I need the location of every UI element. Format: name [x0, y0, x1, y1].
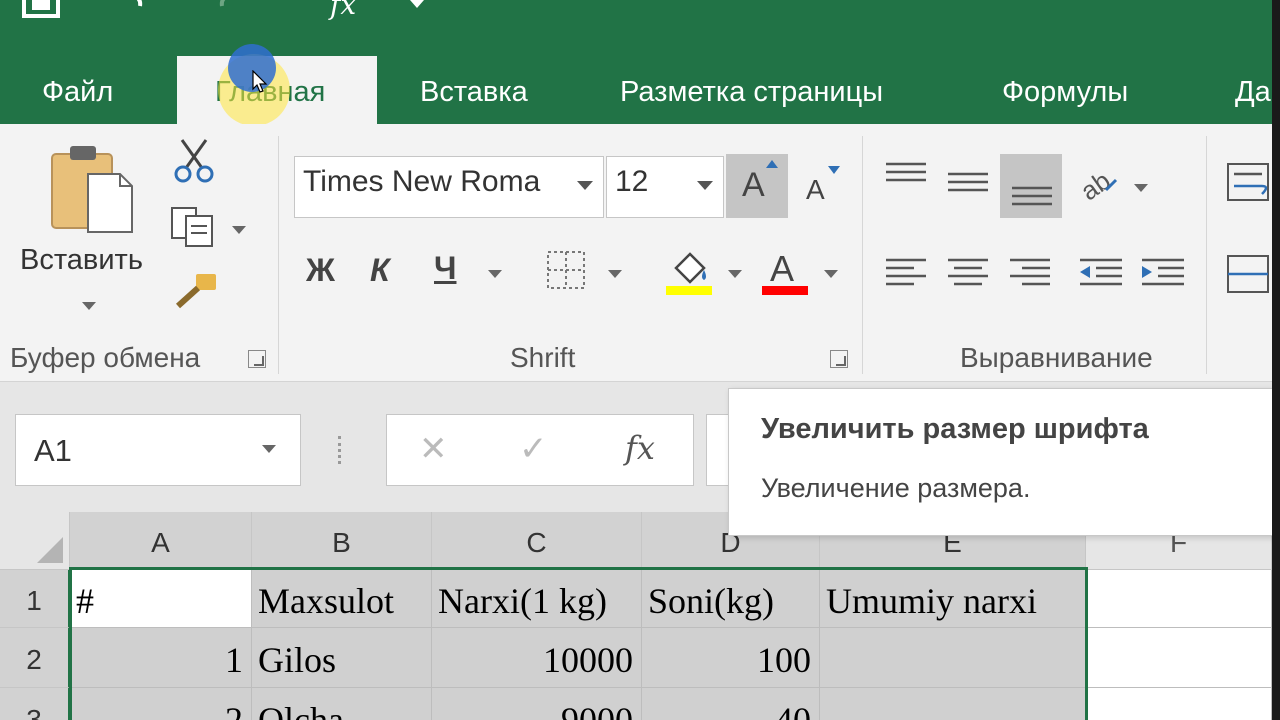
- name-box[interactable]: A1: [15, 414, 301, 486]
- enter-icon[interactable]: ✓: [519, 429, 548, 469]
- cell-d3[interactable]: 40: [642, 688, 820, 720]
- row-header-3[interactable]: 3: [0, 688, 70, 720]
- align-right-icon[interactable]: [1008, 256, 1052, 290]
- underline-button[interactable]: Ч: [434, 250, 456, 287]
- save-icon[interactable]: [22, 0, 62, 20]
- clipboard-launcher-icon[interactable]: [248, 350, 266, 368]
- borders-dropdown-icon[interactable]: [608, 270, 622, 278]
- decrease-indent-icon[interactable]: [1078, 256, 1124, 290]
- align-top-icon[interactable]: [884, 160, 928, 190]
- cell-c2[interactable]: 10000: [432, 628, 642, 688]
- cell-c1[interactable]: Narxi(1 kg): [432, 570, 642, 628]
- cell-e1[interactable]: Umumiy narxi: [820, 570, 1086, 628]
- font-group-label: Shrift: [510, 342, 576, 373]
- name-box-dropdown-icon[interactable]: [262, 445, 276, 453]
- cell-a2[interactable]: 1: [70, 628, 252, 688]
- font-color-button[interactable]: A: [762, 246, 810, 296]
- tab-formulas[interactable]: Формулы: [1002, 56, 1128, 124]
- cell-c3[interactable]: 9000: [432, 688, 642, 720]
- formula-bar-grip[interactable]: [338, 436, 344, 464]
- clipboard-icon[interactable]: [50, 144, 136, 234]
- cell-e3[interactable]: [820, 688, 1086, 720]
- align-bottom-button[interactable]: [1000, 154, 1062, 218]
- merge-cells-icon[interactable]: [1226, 252, 1272, 296]
- wrap-text-icon[interactable]: [1226, 160, 1272, 204]
- spreadsheet-grid: A B C D E F 1 # Maxsulot Narxi(1 kg) Son…: [0, 512, 1276, 720]
- cell-f2[interactable]: [1086, 628, 1272, 688]
- name-box-value: A1: [34, 433, 72, 468]
- cell-f1[interactable]: [1086, 570, 1272, 628]
- orientation-dropdown-icon[interactable]: [1134, 184, 1148, 192]
- copy-dropdown-icon[interactable]: [232, 226, 246, 234]
- orientation-icon[interactable]: ab: [1076, 160, 1124, 204]
- tooltip-title: Увеличить размер шрифта: [761, 413, 1149, 445]
- grow-font-button[interactable]: A: [726, 154, 788, 218]
- fx-icon[interactable]: fx: [330, 0, 356, 21]
- shrink-font-button[interactable]: A: [796, 154, 852, 218]
- title-bar: fx: [0, 0, 1280, 56]
- shrink-font-icon: A: [806, 174, 825, 205]
- font-name-combo[interactable]: Times New Roma: [294, 156, 604, 218]
- fill-color-dropdown-icon[interactable]: [728, 270, 742, 278]
- tab-file[interactable]: Файл: [42, 56, 113, 124]
- tab-page-layout[interactable]: Разметка страницы: [620, 56, 883, 124]
- tooltip: Увеличить размер шрифта Увеличение разме…: [728, 388, 1280, 536]
- font-name-dropdown-icon[interactable]: [577, 181, 593, 190]
- undo-icon[interactable]: [118, 0, 148, 14]
- paste-dropdown-icon[interactable]: [82, 302, 96, 310]
- insert-function-icon[interactable]: fx: [625, 429, 655, 467]
- excel-window: fx Файл Главная Вставка Разметка страниц…: [0, 0, 1280, 720]
- font-name-value: Times New Roma: [303, 165, 541, 198]
- font-size-value: 12: [615, 165, 649, 198]
- font-size-dropdown-icon[interactable]: [697, 181, 713, 190]
- font-launcher-icon[interactable]: [830, 350, 848, 368]
- cell-b2[interactable]: Gilos: [252, 628, 432, 688]
- row-header-1[interactable]: 1: [0, 570, 70, 628]
- tab-insert[interactable]: Вставка: [420, 56, 528, 124]
- align-middle-icon[interactable]: [946, 168, 990, 198]
- align-center-icon[interactable]: [946, 256, 990, 290]
- cell-a1[interactable]: #: [70, 570, 252, 628]
- mouse-pointer-icon: [252, 70, 268, 93]
- redo-icon[interactable]: [214, 0, 244, 14]
- select-all-corner[interactable]: [0, 512, 70, 570]
- font-color-dropdown-icon[interactable]: [824, 270, 838, 278]
- align-left-icon[interactable]: [884, 256, 928, 290]
- cell-a3[interactable]: 2: [70, 688, 252, 720]
- cell-d1[interactable]: Soni(kg): [642, 570, 820, 628]
- tooltip-description: Увеличение размера.: [761, 473, 1031, 503]
- tab-data[interactable]: Да: [1235, 56, 1271, 124]
- align-bottom-icon: [1012, 186, 1052, 206]
- cut-icon[interactable]: [172, 138, 216, 184]
- bold-button[interactable]: Ж: [306, 252, 335, 289]
- font-size-combo[interactable]: 12: [606, 156, 724, 218]
- screen-edge: [1272, 0, 1280, 720]
- formula-buttons: ✕ ✓ fx: [386, 414, 694, 486]
- paste-button-label[interactable]: Вставить: [20, 244, 143, 277]
- alignment-group-label: Выравнивание: [960, 342, 1153, 373]
- cell-e2[interactable]: [820, 628, 1086, 688]
- column-header-b[interactable]: B: [252, 512, 432, 570]
- italic-button[interactable]: К: [370, 252, 390, 289]
- cell-d2[interactable]: 100: [642, 628, 820, 688]
- increase-indent-icon[interactable]: [1140, 256, 1186, 290]
- font-color-icon: A: [770, 248, 795, 289]
- qat-dropdown-icon[interactable]: [410, 0, 424, 8]
- cell-f3[interactable]: [1086, 688, 1272, 720]
- fill-color-icon[interactable]: [666, 246, 716, 296]
- cancel-icon[interactable]: ✕: [419, 429, 448, 469]
- cell-b1[interactable]: Maxsulot: [252, 570, 432, 628]
- grow-font-icon: A: [742, 166, 765, 204]
- ribbon: Вставить Буфер обмена Times New Roma 12 …: [0, 124, 1276, 382]
- copy-icon[interactable]: [170, 206, 216, 248]
- row-header-2[interactable]: 2: [0, 628, 70, 688]
- borders-icon[interactable]: [546, 250, 586, 290]
- cell-b3[interactable]: Olcha: [252, 688, 432, 720]
- clipboard-group-label: Буфер обмена: [10, 342, 201, 373]
- format-painter-icon[interactable]: [172, 272, 220, 312]
- ribbon-tabs: Файл Главная Вставка Разметка страницы Ф…: [0, 56, 1280, 124]
- column-header-a[interactable]: A: [70, 512, 252, 570]
- column-header-c[interactable]: C: [432, 512, 642, 570]
- underline-dropdown-icon[interactable]: [488, 270, 502, 278]
